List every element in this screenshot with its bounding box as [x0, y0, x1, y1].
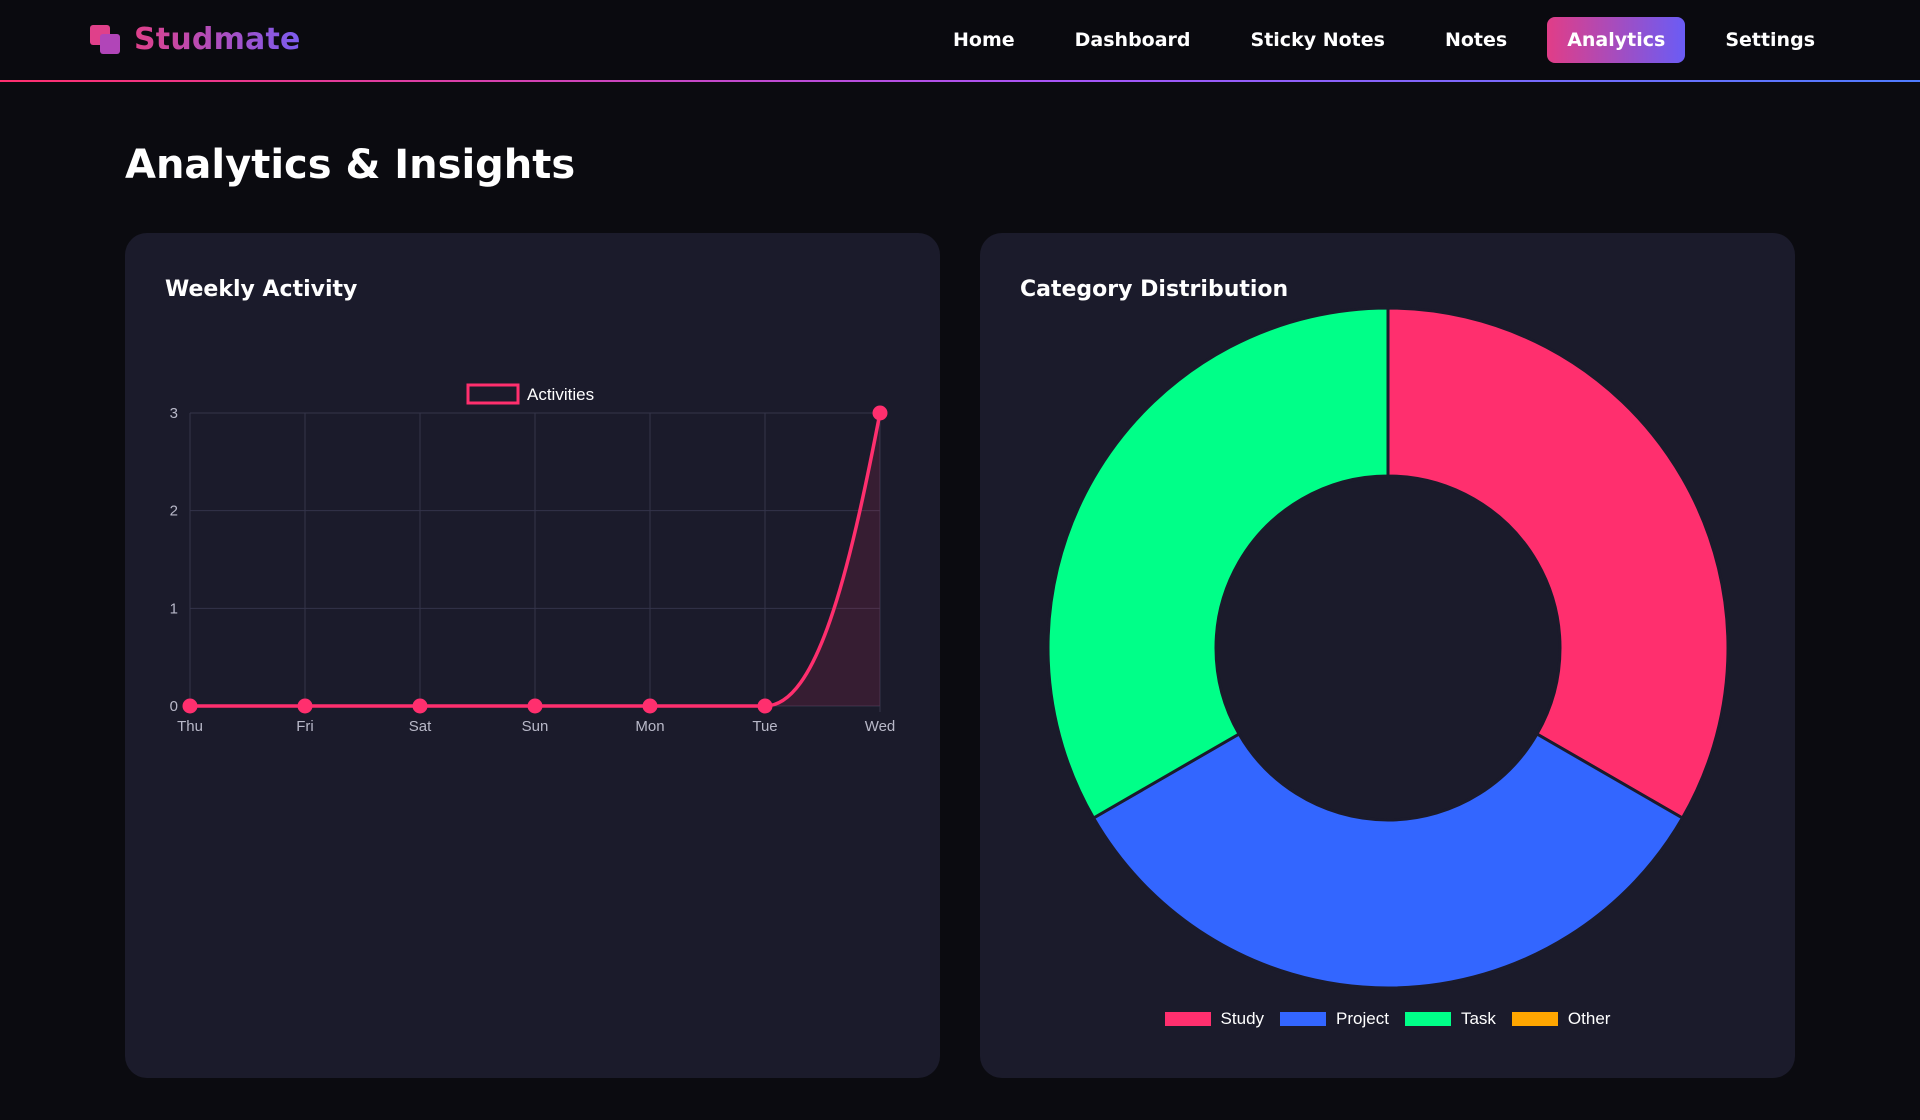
weekly-activity-card: Weekly Activity Activities 0 1 2 3 Thu Fri Sat S… [125, 233, 940, 1078]
activity-point[interactable] [642, 698, 658, 714]
line-legend: Activities [466, 383, 594, 405]
x-tick-label: Wed [865, 718, 896, 735]
y-tick-label: 1 [170, 600, 178, 617]
brand-logo[interactable]: Studmate [90, 22, 301, 57]
legend-label-task: Task [1460, 1009, 1496, 1028]
navbar-divider [0, 80, 1920, 82]
legend-label-study: Study [1220, 1009, 1265, 1028]
activity-point[interactable] [412, 698, 428, 714]
nav-link-settings[interactable]: Settings [1705, 17, 1835, 63]
legend-label-other: Other [1567, 1009, 1611, 1028]
donut-slice-study[interactable] [1386, 306, 1730, 821]
activity-point[interactable] [297, 698, 313, 714]
legend-item-project[interactable]: Project [1280, 1009, 1389, 1029]
nav-link-analytics[interactable]: Analytics [1547, 17, 1686, 63]
weekly-activity-chart: Activities 0 1 2 3 Thu Fri Sat Sun Mon Tue Wed [170, 383, 896, 735]
legend-swatch-task [1404, 1012, 1451, 1026]
nav-link-sticky-notes[interactable]: Sticky Notes [1231, 17, 1405, 63]
x-tick-label: Sat [409, 718, 432, 735]
donut-slice-task[interactable] [1046, 306, 1390, 821]
nav-link-notes[interactable]: Notes [1425, 17, 1527, 63]
x-tick-label: Thu [177, 718, 203, 735]
x-tick-label: Fri [296, 718, 314, 735]
x-tick-label: Mon [635, 718, 664, 735]
activity-point[interactable] [872, 405, 888, 421]
category-distribution-card: Category Distribution Study Project Task Ot… [980, 233, 1795, 1078]
legend-swatch-other [1511, 1012, 1558, 1026]
top-navbar: Studmate Home Dashboard Sticky Notes Not… [0, 0, 1920, 82]
brand-name: Studmate [134, 22, 301, 57]
x-tick-label: Tue [752, 718, 777, 735]
donut-slice-project[interactable] [1091, 731, 1685, 990]
legend-swatch-activities [466, 383, 520, 405]
legend-item-study[interactable]: Study [1164, 1009, 1265, 1029]
legend-swatch-study [1164, 1012, 1211, 1026]
legend-item-task[interactable]: Task [1404, 1009, 1496, 1029]
nav-links: Home Dashboard Sticky Notes Notes Analyt… [913, 17, 1835, 63]
activity-point[interactable] [527, 698, 543, 714]
nav-link-dashboard[interactable]: Dashboard [1055, 17, 1211, 63]
category-legend: Study Project Task Other [980, 1009, 1795, 1029]
legend-item-other[interactable]: Other [1511, 1009, 1611, 1029]
page-title: Analytics & Insights [125, 142, 576, 188]
legend-swatch-project [1280, 1012, 1327, 1026]
y-tick-label: 0 [170, 698, 178, 715]
weekly-activity-title: Weekly Activity [165, 277, 358, 302]
legend-label-activities: Activities [527, 385, 594, 404]
nav-link-home[interactable]: Home [933, 17, 1035, 63]
notes-stack-icon [90, 24, 122, 55]
category-donut-chart [1046, 306, 1730, 990]
activity-point[interactable] [757, 698, 773, 714]
activity-point[interactable] [182, 698, 198, 714]
x-tick-label: Sun [522, 718, 549, 735]
y-tick-label: 3 [170, 405, 178, 422]
y-tick-label: 2 [170, 503, 178, 520]
legend-label-project: Project [1336, 1009, 1389, 1028]
